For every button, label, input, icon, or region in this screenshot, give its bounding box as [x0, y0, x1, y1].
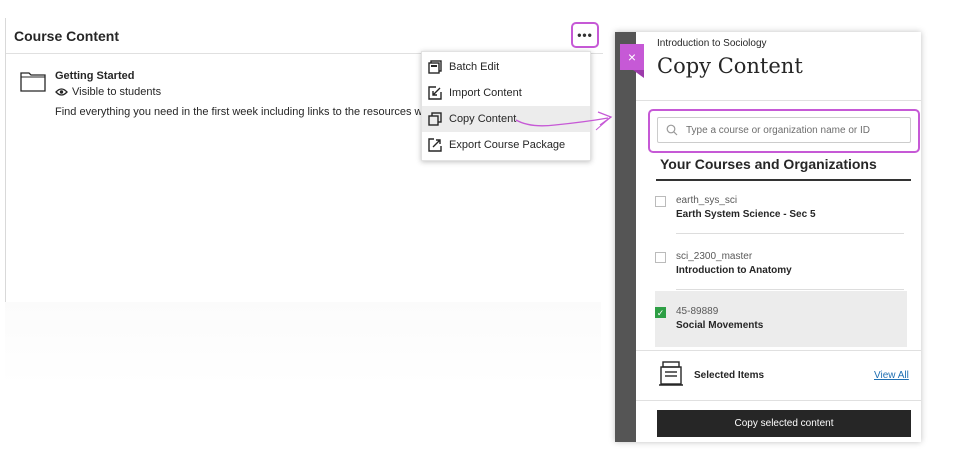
menu-item-import-content[interactable]: Import Content	[422, 80, 590, 106]
course-name: Earth System Science - Sec 5	[676, 209, 816, 220]
course-context-label: Introduction to Sociology	[657, 38, 767, 49]
copy-icon	[428, 112, 442, 126]
search-field[interactable]	[657, 117, 911, 143]
selected-items-bar: Selected Items View All	[636, 350, 921, 400]
course-separator	[676, 289, 904, 290]
course-checkbox[interactable]	[655, 196, 666, 207]
course-id: earth_sys_sci	[676, 195, 738, 206]
header-divider	[636, 100, 921, 101]
search-icon	[666, 124, 678, 136]
course-item-45-89889[interactable]: ✓ 45-89889 Social Movements	[655, 291, 907, 347]
course-id: 45-89889	[676, 306, 719, 317]
menu-item-label: Batch Edit	[449, 61, 500, 73]
visibility-status[interactable]: Visible to students	[55, 86, 161, 98]
section-heading: Your Courses and Organizations	[660, 156, 877, 172]
course-checkbox[interactable]	[655, 252, 666, 263]
menu-item-label: Import Content	[449, 87, 522, 99]
eye-icon	[55, 88, 68, 96]
content-fade-area-lower	[5, 302, 601, 386]
view-all-link[interactable]: View All	[874, 370, 909, 381]
menu-item-label: Export Course Package	[449, 139, 566, 151]
course-id: sci_2300_master	[676, 251, 753, 262]
course-checkbox-checked[interactable]: ✓	[655, 307, 666, 318]
batch-edit-icon	[428, 60, 442, 74]
course-content-header: Course Content	[6, 18, 603, 54]
footer-divider	[636, 400, 921, 401]
content-item-title[interactable]: Getting Started	[55, 70, 134, 82]
menu-item-label: Copy Content	[449, 113, 517, 125]
folder-icon	[20, 72, 46, 92]
course-item-earth-sys-sci[interactable]: earth_sys_sci Earth System Science - Sec…	[655, 190, 907, 246]
import-icon	[428, 86, 442, 100]
more-options-menu: Batch Edit Import Content Copy Content E…	[421, 51, 591, 161]
course-name: Introduction to Anatomy	[676, 265, 792, 276]
export-icon	[428, 138, 442, 152]
menu-item-batch-edit[interactable]: Batch Edit	[422, 54, 590, 80]
panel-title: Copy Content	[657, 54, 803, 78]
panel-side-strip	[615, 32, 636, 442]
section-rule	[656, 179, 911, 181]
visibility-label: Visible to students	[72, 86, 162, 98]
course-separator	[676, 233, 904, 234]
close-panel-button[interactable]: ×	[620, 44, 644, 78]
course-name: Social Movements	[676, 320, 764, 331]
copy-content-panel: × Introduction to Sociology Copy Content…	[615, 32, 921, 442]
archive-box-icon	[659, 361, 683, 386]
more-options-button[interactable]: •••	[571, 22, 599, 48]
search-input[interactable]	[686, 124, 906, 136]
selected-items-label: Selected Items	[694, 370, 765, 381]
annotation-arrow-icon	[515, 111, 613, 131]
content-item-description: Find everything you need in the first we…	[55, 106, 447, 118]
course-content-title: Course Content	[14, 27, 119, 44]
copy-selected-content-button[interactable]: Copy selected content	[657, 410, 911, 437]
